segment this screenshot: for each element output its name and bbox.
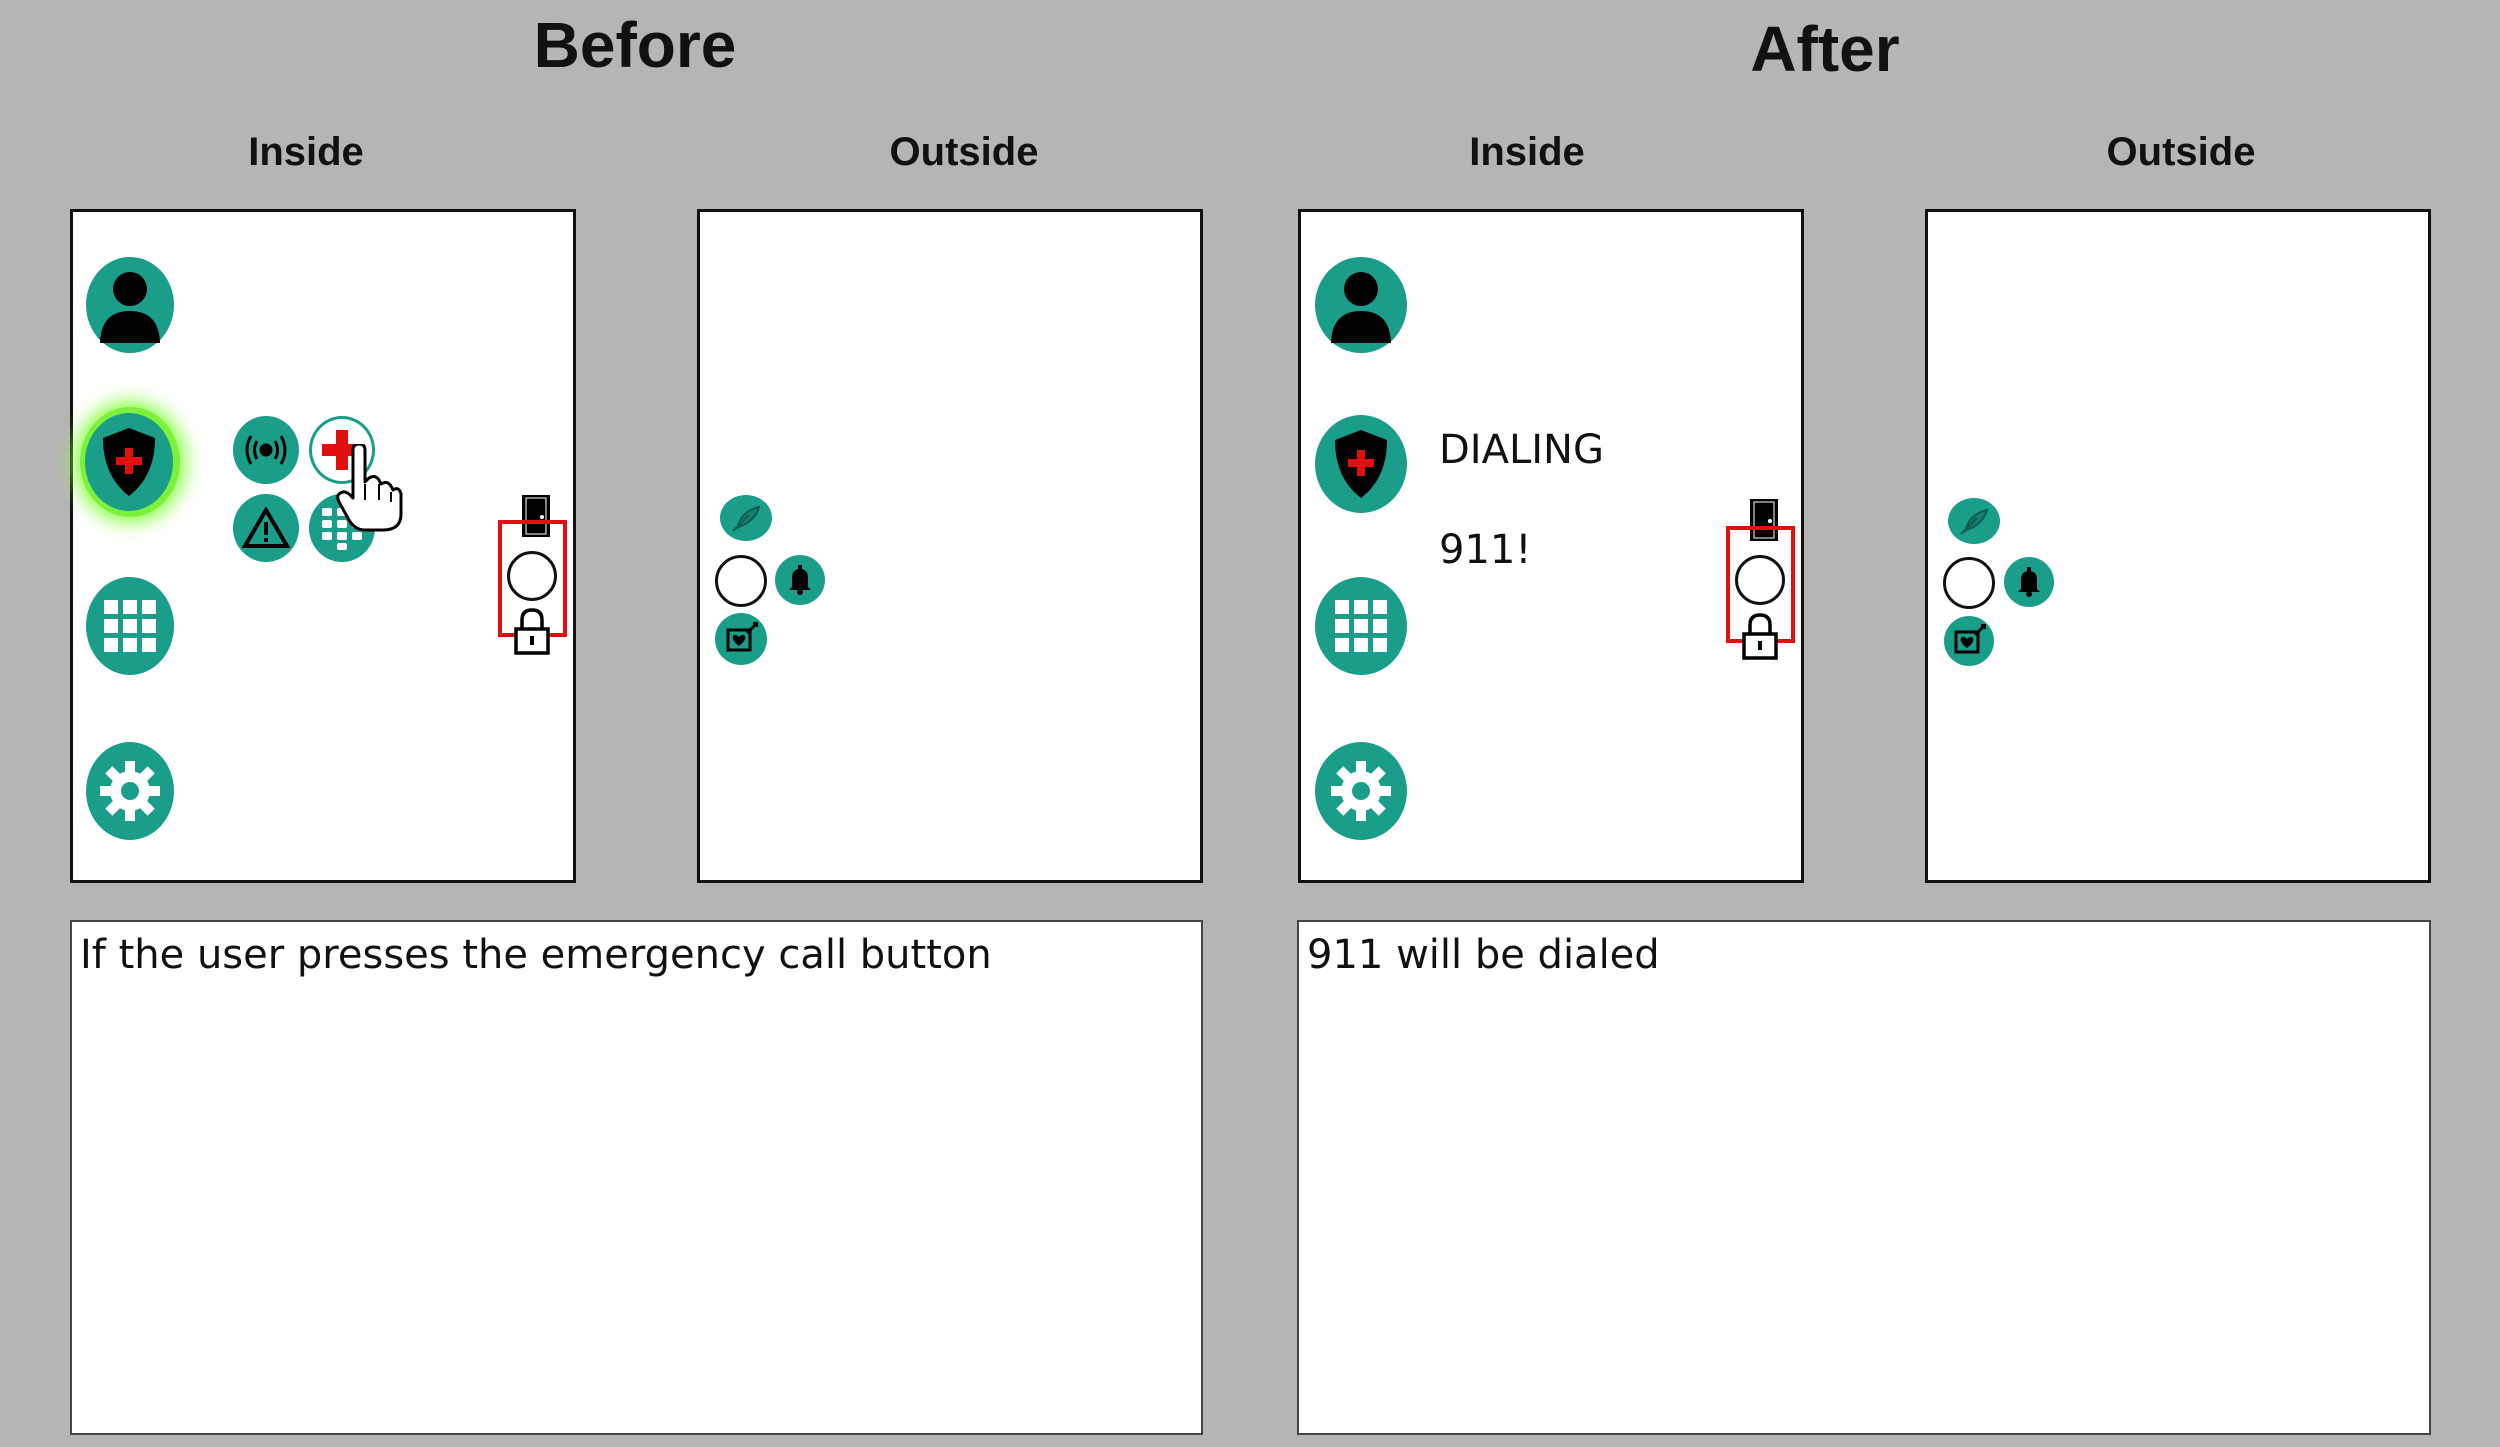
before-heading: Before bbox=[533, 9, 737, 81]
before-outside-label: Outside bbox=[889, 130, 1039, 174]
before-outside-panel bbox=[697, 209, 1203, 883]
gear-icon[interactable] bbox=[86, 742, 174, 840]
after-heading: After bbox=[1750, 13, 1900, 85]
outside-doorbell-ring[interactable] bbox=[1943, 557, 1995, 609]
outside-doorbell-ring[interactable] bbox=[715, 555, 767, 607]
heart-message-icon[interactable] bbox=[1944, 616, 1994, 666]
padlock-icon[interactable] bbox=[1741, 612, 1779, 660]
person-icon[interactable] bbox=[1315, 257, 1407, 353]
feather-icon[interactable] bbox=[1948, 498, 2000, 544]
before-inside-label: Inside bbox=[248, 130, 364, 174]
radio-signal-icon[interactable] bbox=[233, 416, 299, 484]
gear-icon[interactable] bbox=[1315, 742, 1407, 840]
heart-message-icon[interactable] bbox=[715, 613, 767, 665]
hand-pointer-icon bbox=[335, 442, 405, 534]
before-description-box: If the user presses the emergency call b… bbox=[70, 920, 1203, 1435]
after-description-box: 911 will be dialed bbox=[1297, 920, 2431, 1435]
doorbell-ring[interactable] bbox=[507, 551, 557, 601]
apps-grid-icon[interactable] bbox=[86, 577, 174, 675]
dialing-status-text: DIALING bbox=[1439, 427, 1604, 473]
before-inside-panel bbox=[70, 209, 576, 883]
shield-cross-icon[interactable] bbox=[85, 413, 173, 511]
after-outside-panel bbox=[1925, 209, 2431, 883]
after-inside-label: Inside bbox=[1469, 130, 1585, 174]
after-description-text: 911 will be dialed bbox=[1307, 932, 1660, 978]
shield-cross-icon[interactable] bbox=[1315, 415, 1407, 513]
after-outside-label: Outside bbox=[2106, 130, 2256, 174]
apps-grid-icon[interactable] bbox=[1315, 577, 1407, 675]
warning-icon[interactable] bbox=[233, 494, 299, 562]
bell-icon[interactable] bbox=[775, 555, 825, 605]
after-inside-panel: DIALING 911! bbox=[1298, 209, 1804, 883]
person-icon[interactable] bbox=[86, 257, 174, 353]
padlock-icon[interactable] bbox=[513, 607, 551, 655]
doorbell-ring[interactable] bbox=[1735, 555, 1785, 605]
feather-icon[interactable] bbox=[720, 495, 772, 541]
before-description-text: If the user presses the emergency call b… bbox=[80, 932, 992, 978]
dialing-number-text: 911! bbox=[1439, 527, 1532, 573]
bell-icon[interactable] bbox=[2004, 557, 2054, 607]
